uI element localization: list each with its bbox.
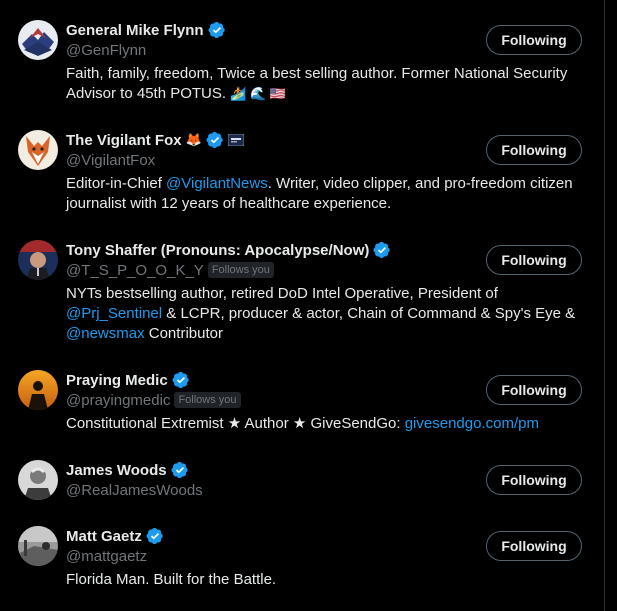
- bio: Faith, family, freedom, Twice a best sel…: [66, 64, 591, 104]
- verified-badge-icon: [172, 371, 189, 389]
- user-cell[interactable]: James Woods @RealJamesWoods Following: [0, 460, 604, 506]
- avatar[interactable]: [18, 460, 58, 500]
- verified-badge-icon: [206, 131, 223, 149]
- divider: [604, 0, 605, 611]
- handle-text: @T_S_P_O_O_K_Y: [66, 261, 204, 279]
- display-name[interactable]: General Mike Flynn: [66, 20, 226, 40]
- handle: @T_S_P_O_O_K_Y Follows you: [66, 260, 274, 280]
- following-list: General Mike Flynn @GenFlynn Faith, fami…: [0, 0, 604, 611]
- display-name[interactable]: The Vigilant Fox 🦊: [66, 130, 244, 150]
- display-name[interactable]: James Woods: [66, 460, 189, 480]
- handle-text: @RealJamesWoods: [66, 481, 203, 499]
- following-button[interactable]: Following: [486, 531, 582, 561]
- avatar[interactable]: [18, 526, 58, 566]
- user-cell[interactable]: Matt Gaetz @mattgaetz Florida Man. Built…: [0, 526, 604, 596]
- handle: @RealJamesWoods: [66, 480, 203, 500]
- following-button[interactable]: Following: [486, 465, 582, 495]
- handle-text: @GenFlynn: [66, 41, 147, 59]
- following-button[interactable]: Following: [486, 25, 582, 55]
- bio-text: Florida Man. Built for the Battle.: [66, 571, 277, 588]
- handle-text: @mattgaetz: [66, 547, 148, 565]
- bio-text: & LCPR, producer & actor, Chain of Comma…: [162, 305, 576, 322]
- mention-link[interactable]: @VigilantNews: [166, 175, 268, 192]
- handle: @mattgaetz: [66, 546, 147, 566]
- bio: Constitutional Extremist ★ Author ★ Give…: [66, 414, 591, 434]
- following-button[interactable]: Following: [486, 375, 582, 405]
- website-link[interactable]: givesendgo.com/pm: [405, 415, 539, 432]
- bio-text: NYTs bestselling author, retired DoD Int…: [66, 285, 498, 302]
- avatar[interactable]: [18, 370, 58, 410]
- verified-badge-icon: [171, 461, 188, 479]
- avatar[interactable]: [18, 130, 58, 170]
- handle: @prayingmedic Follows you: [66, 390, 241, 410]
- bio: Editor-in-Chief @VigilantNews. Writer, v…: [66, 174, 591, 214]
- name-text[interactable]: James Woods: [66, 462, 167, 479]
- verified-badge-icon: [373, 241, 391, 259]
- following-button[interactable]: Following: [486, 135, 582, 165]
- bio-text: Faith, family, freedom, Twice a best sel…: [66, 65, 568, 102]
- display-name[interactable]: Praying Medic: [66, 370, 190, 390]
- affiliate-logo-icon: [227, 134, 244, 146]
- name-text[interactable]: Tony Shaffer (Pronouns: Apocalypse/Now): [66, 242, 369, 259]
- handle: @VigilantFox: [66, 150, 155, 170]
- user-cell[interactable]: The Vigilant Fox 🦊 @VigilantFox Editor-i…: [0, 130, 604, 220]
- handle-text: @prayingmedic: [66, 391, 171, 409]
- bio-text: Contributor: [144, 325, 223, 342]
- name-text[interactable]: Matt Gaetz: [66, 528, 142, 545]
- fox-emoji-icon: 🦊: [185, 132, 202, 147]
- handle: @GenFlynn: [66, 40, 146, 60]
- user-cell[interactable]: Praying Medic @prayingmedic Follows you …: [0, 370, 604, 440]
- bio: Florida Man. Built for the Battle.: [66, 570, 591, 590]
- name-text[interactable]: The Vigilant Fox: [66, 132, 182, 149]
- avatar[interactable]: [18, 240, 58, 280]
- follows-you-badge: Follows you: [174, 392, 241, 408]
- bio: NYTs bestselling author, retired DoD Int…: [66, 284, 591, 344]
- mention-link[interactable]: @Prj_Sentinel: [66, 305, 162, 322]
- bio-text: Constitutional Extremist ★ Author ★ Give…: [66, 415, 405, 432]
- handle-text: @VigilantFox: [66, 151, 156, 169]
- verified-badge-icon: [146, 527, 163, 545]
- following-button[interactable]: Following: [486, 245, 582, 275]
- display-name[interactable]: Matt Gaetz: [66, 526, 164, 546]
- mention-link[interactable]: @newsmax: [66, 325, 145, 342]
- verified-badge-icon: [208, 21, 225, 39]
- avatar[interactable]: [18, 20, 58, 60]
- user-cell[interactable]: General Mike Flynn @GenFlynn Faith, fami…: [0, 20, 604, 110]
- follows-you-badge: Follows you: [207, 262, 274, 278]
- name-text[interactable]: General Mike Flynn: [66, 22, 204, 39]
- display-name[interactable]: Tony Shaffer (Pronouns: Apocalypse/Now): [66, 240, 391, 260]
- user-cell[interactable]: Tony Shaffer (Pronouns: Apocalypse/Now) …: [0, 240, 604, 350]
- name-text[interactable]: Praying Medic: [66, 372, 168, 389]
- bio-emojis: 🏄 🌊 🇺🇸: [230, 86, 287, 101]
- bio-text: Editor-in-Chief: [66, 175, 167, 192]
